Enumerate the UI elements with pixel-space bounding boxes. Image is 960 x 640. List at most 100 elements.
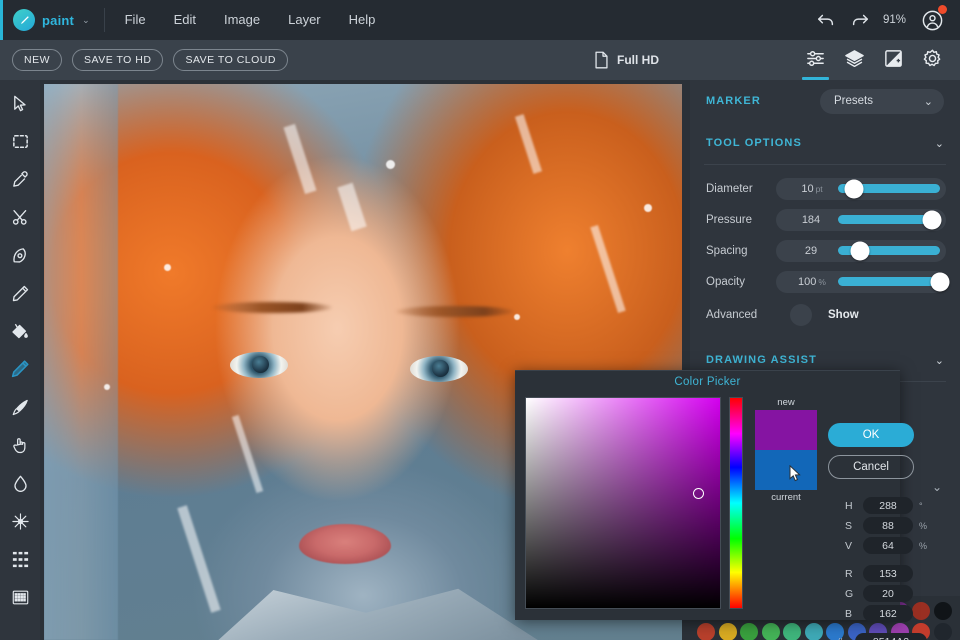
palette-swatch[interactable] xyxy=(804,623,823,640)
option-row-diameter: Diameter 10 pt xyxy=(690,173,960,204)
hex-input[interactable]: 8514A2 xyxy=(855,633,927,640)
new-color-swatch[interactable] xyxy=(755,410,817,450)
tool-hand[interactable] xyxy=(0,426,40,464)
blue-input[interactable]: 162 xyxy=(863,605,913,622)
diameter-slider[interactable]: 10 pt xyxy=(776,177,946,200)
panel-tab-tool-options[interactable] xyxy=(796,40,835,80)
option-row-opacity: Opacity 100% xyxy=(690,266,960,297)
artwork-brow-right xyxy=(396,306,514,317)
hue-input[interactable]: 288 xyxy=(863,497,913,514)
menu-item-help[interactable]: Help xyxy=(335,0,390,40)
palette-swatch[interactable] xyxy=(740,623,758,640)
field-unit: ° xyxy=(919,500,923,511)
spacing-slider[interactable]: 29 xyxy=(776,239,946,262)
slider-knob[interactable] xyxy=(850,241,870,260)
palette-swatch[interactable] xyxy=(912,602,930,620)
zoom-level[interactable]: 91% xyxy=(877,14,916,26)
tool-brush[interactable] xyxy=(0,388,40,426)
color-picker-ok-button[interactable]: OK xyxy=(828,423,914,447)
tool-eyedropper[interactable] xyxy=(0,160,40,198)
advanced-toggle[interactable] xyxy=(790,304,812,326)
presets-dropdown[interactable]: Presets ⌄ xyxy=(820,88,944,114)
option-value: 10 xyxy=(801,182,814,195)
field-value: V 64 % xyxy=(845,537,927,554)
tool-pencil[interactable] xyxy=(0,274,40,312)
chevron-down-icon[interactable]: ⌄ xyxy=(935,137,944,150)
palette-swatch[interactable] xyxy=(718,623,737,640)
save-to-cloud-button[interactable]: SAVE TO CLOUD xyxy=(173,49,288,71)
new-button[interactable]: NEW xyxy=(12,49,62,71)
chevron-down-icon[interactable]: ⌄ xyxy=(935,354,944,367)
color-picker-dialog[interactable]: Color Picker new current OK Cancel H 288 xyxy=(515,370,927,640)
opacity-slider[interactable]: 100% xyxy=(776,270,950,293)
menu-item-image[interactable]: Image xyxy=(210,0,274,40)
tool-scissors[interactable] xyxy=(0,198,40,236)
advanced-label: Advanced xyxy=(706,309,758,321)
green-input[interactable]: 20 xyxy=(863,585,913,602)
field-saturation: S 88 % xyxy=(845,517,927,534)
artwork-dab xyxy=(386,160,395,169)
tool-options-header-row[interactable]: TOOL OPTIONS ⌄ xyxy=(690,122,960,164)
tool-paint-bucket[interactable] xyxy=(0,312,40,350)
slider-knob[interactable] xyxy=(844,179,864,198)
tool-pattern[interactable] xyxy=(0,540,40,578)
artwork-dab xyxy=(104,384,110,390)
tool-texture[interactable] xyxy=(0,578,40,616)
advanced-show-button[interactable]: Show xyxy=(828,309,859,321)
artwork-pupil-left xyxy=(252,356,269,373)
panel-tab-adjustments[interactable] xyxy=(874,40,913,80)
slider-track[interactable] xyxy=(838,277,940,286)
menu-item-edit[interactable]: Edit xyxy=(160,0,210,40)
save-to-hd-button[interactable]: SAVE TO HD xyxy=(72,49,164,71)
brand-logo-group[interactable]: paint ⌄ xyxy=(0,0,104,40)
option-label: Spacing xyxy=(706,244,748,257)
sv-cursor-handle[interactable] xyxy=(693,488,704,499)
menu-bar-right-group: 91% xyxy=(809,3,960,37)
palette-swatch[interactable] xyxy=(783,623,801,640)
option-unit: % xyxy=(818,276,826,287)
panel-tab-settings[interactable] xyxy=(913,40,952,80)
palette-swatch[interactable] xyxy=(933,623,952,640)
undo-button[interactable] xyxy=(809,3,843,37)
tool-water-drop[interactable] xyxy=(0,464,40,502)
mouse-cursor-icon xyxy=(789,464,802,487)
tool-marker[interactable] xyxy=(0,350,40,388)
option-unit: pt xyxy=(815,183,823,194)
menu-bar: paint ⌄ File Edit Image Layer Help 91% xyxy=(0,0,960,40)
panel-tab-layers[interactable] xyxy=(835,40,874,80)
current-color-swatch[interactable] xyxy=(755,450,817,490)
slider-knob[interactable] xyxy=(930,272,950,291)
marker-header-row: MARKER Presets ⌄ xyxy=(690,80,960,122)
saturation-value-field[interactable] xyxy=(525,397,721,609)
saturation-input[interactable]: 88 xyxy=(863,517,913,534)
collapsed-section-chevron-icon[interactable]: ⌄ xyxy=(932,480,942,494)
artwork-dab xyxy=(164,264,171,271)
user-avatar-button[interactable] xyxy=(916,4,948,36)
field-unit: % xyxy=(919,540,928,551)
menu-item-layer[interactable]: Layer xyxy=(274,0,335,40)
option-label: Pressure xyxy=(706,213,753,226)
pressure-slider[interactable]: 184 xyxy=(776,208,946,231)
red-input[interactable]: 153 xyxy=(863,565,913,582)
document-size-chip[interactable]: Full HD xyxy=(594,40,659,80)
artwork-pupil-right xyxy=(432,360,449,377)
option-value-group: 29 xyxy=(784,245,840,257)
tool-smudge[interactable] xyxy=(0,502,40,540)
value-input[interactable]: 64 xyxy=(863,537,913,554)
color-picker-cancel-button[interactable]: Cancel xyxy=(828,455,914,479)
tools-sidebar xyxy=(0,80,40,640)
tool-pen-nib[interactable] xyxy=(0,236,40,274)
redo-button[interactable] xyxy=(843,3,877,37)
palette-swatch[interactable] xyxy=(697,623,715,640)
tool-cursor-select[interactable] xyxy=(0,84,40,122)
palette-swatch[interactable] xyxy=(761,623,780,640)
color-preview-column: new current xyxy=(755,397,817,505)
menu-item-file[interactable]: File xyxy=(111,0,160,40)
artwork-lips xyxy=(299,524,391,564)
current-color-label: current xyxy=(771,492,801,503)
tool-marquee-select[interactable] xyxy=(0,122,40,160)
artwork-glass-pane xyxy=(44,84,118,640)
slider-knob[interactable] xyxy=(922,210,942,229)
hue-slider[interactable] xyxy=(729,397,743,609)
palette-swatch[interactable] xyxy=(933,602,952,620)
